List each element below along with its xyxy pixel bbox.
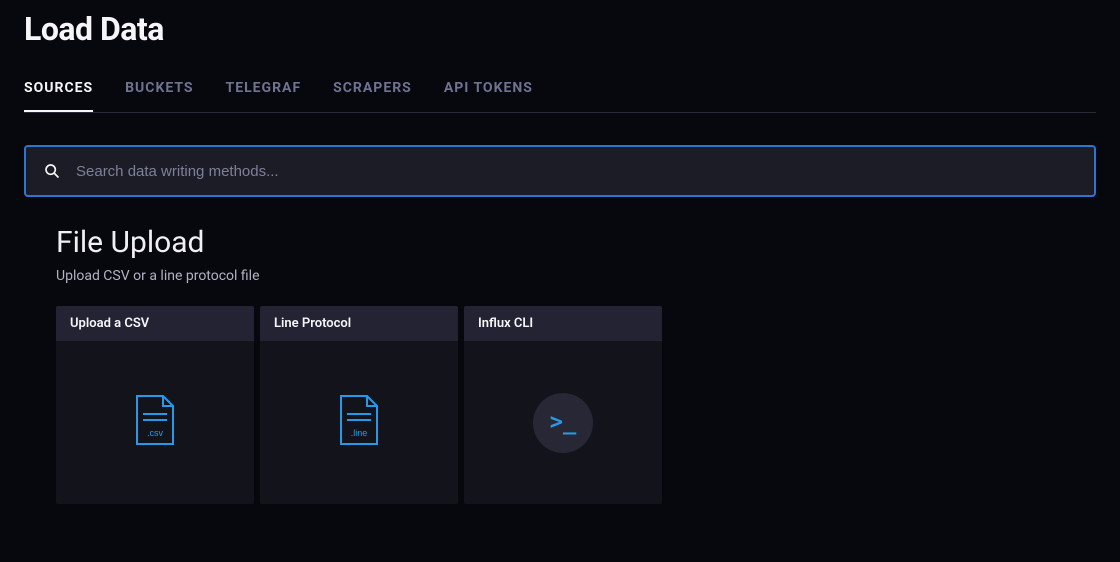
tab-scrapers[interactable]: SCRAPERS (333, 80, 412, 112)
card-header: Upload a CSV (56, 306, 254, 341)
card-body: .line (260, 341, 458, 504)
tabs-nav: SOURCES BUCKETS TELEGRAF SCRAPERS API TO… (24, 80, 1096, 113)
card-upload-csv[interactable]: Upload a CSV .csv (56, 306, 254, 504)
tab-sources[interactable]: SOURCES (24, 80, 93, 112)
card-header: Influx CLI (464, 306, 662, 341)
content-scroll[interactable]: File Upload Upload CSV or a line protoco… (24, 201, 1096, 531)
card-header: Line Protocol (260, 306, 458, 341)
search-input[interactable] (60, 163, 1076, 180)
line-file-icon: .line (337, 394, 381, 452)
section-title: File Upload (56, 225, 1060, 260)
cards-row: Upload a CSV .csv (56, 306, 1060, 504)
page-title: Load Data (24, 0, 1096, 80)
tab-telegraf[interactable]: TELEGRAF (226, 80, 302, 112)
card-body: >_ (464, 341, 662, 504)
card-influx-cli[interactable]: Influx CLI >_ (464, 306, 662, 504)
cli-prompt-text: >_ (550, 410, 577, 435)
tab-buckets[interactable]: BUCKETS (125, 80, 193, 112)
file-upload-section: File Upload Upload CSV or a line protoco… (24, 201, 1092, 504)
search-icon (44, 163, 60, 179)
card-line-protocol[interactable]: Line Protocol .line (260, 306, 458, 504)
card-body: .csv (56, 341, 254, 504)
svg-text:.csv: .csv (147, 428, 164, 438)
section-subtitle: Upload CSV or a line protocol file (56, 268, 1060, 284)
search-container[interactable] (24, 145, 1096, 197)
tab-api-tokens[interactable]: API TOKENS (444, 80, 533, 112)
cli-icon: >_ (533, 393, 593, 453)
csv-file-icon: .csv (133, 394, 177, 452)
svg-text:.line: .line (351, 428, 368, 438)
